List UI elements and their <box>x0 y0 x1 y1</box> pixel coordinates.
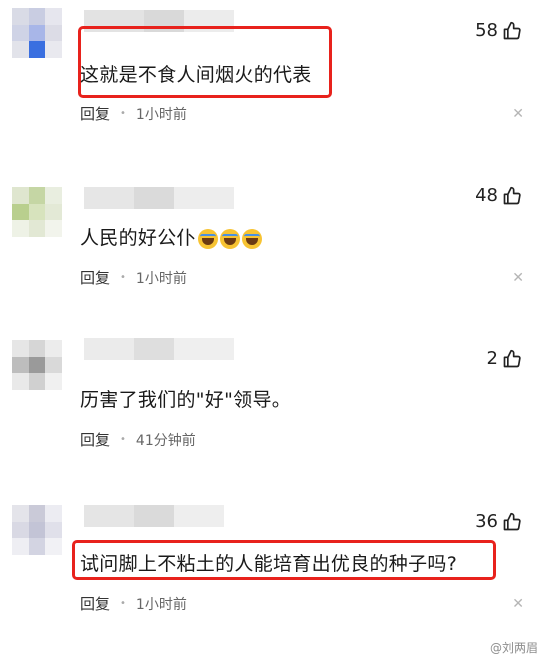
comment-meta: 回复 • 1小时前 <box>80 267 187 288</box>
comment-item: 58 这就是不食人间烟火的代表 回复 • 1小时前 ✕ <box>0 0 550 160</box>
reply-button[interactable]: 回复 <box>80 267 110 288</box>
like-button[interactable]: 36 <box>475 511 522 532</box>
avatar[interactable] <box>12 340 62 390</box>
avatar[interactable] <box>12 187 62 237</box>
comment-time: 1小时前 <box>135 270 187 287</box>
laughing-crying-emoji-icon <box>197 228 218 249</box>
comment-text: 试问脚上不粘土的人能培育出优良的种子吗? <box>80 553 458 575</box>
reply-button[interactable]: 回复 <box>80 593 110 614</box>
meta-separator: • <box>120 434 126 445</box>
reply-button[interactable]: 回复 <box>80 103 110 124</box>
comment-text: 历害了我们的"好"领导。 <box>80 389 292 411</box>
laughing-crying-emoji-icon <box>219 228 240 249</box>
comment-item: 2 历害了我们的"好"领导。 回复 • 41分钟前 <box>0 330 550 490</box>
comment-time: 41分钟前 <box>135 432 196 449</box>
like-count: 2 <box>486 348 498 369</box>
comment-meta: 回复 • 1小时前 <box>80 103 187 124</box>
comment-text: 这就是不食人间烟火的代表 <box>80 64 312 86</box>
comment-meta: 回复 • 41分钟前 <box>80 429 196 450</box>
watermark-text: @刘两眉 <box>489 641 538 655</box>
avatar[interactable] <box>12 505 62 555</box>
like-button[interactable]: 2 <box>487 348 522 369</box>
thumbs-up-icon <box>503 349 521 367</box>
username-blurred[interactable] <box>84 338 234 360</box>
comment-item: 36 试问脚上不粘土的人能培育出优良的种子吗? 回复 • 1小时前 ✕ <box>0 495 550 666</box>
thumbs-up-icon <box>503 512 521 530</box>
like-count: 36 <box>475 511 498 532</box>
thumbs-up-icon <box>503 21 521 39</box>
reply-button[interactable]: 回复 <box>80 429 110 450</box>
like-button[interactable]: 58 <box>475 20 522 41</box>
like-count: 48 <box>475 185 498 206</box>
watermark: @刘两眉 <box>490 639 538 656</box>
like-count: 58 <box>475 20 498 41</box>
comment-item: 48 人民的好公仆 回复 • 1小时前 ✕ <box>0 165 550 325</box>
username-blurred[interactable] <box>84 187 234 209</box>
close-icon[interactable]: ✕ <box>512 596 524 612</box>
comment-text-content: 人民的好公仆 <box>80 227 196 249</box>
meta-separator: • <box>120 598 126 609</box>
username-blurred[interactable] <box>84 505 224 527</box>
comment-time: 1小时前 <box>135 596 187 613</box>
avatar[interactable] <box>12 8 62 58</box>
comment-text: 人民的好公仆 <box>80 223 262 250</box>
comment-meta: 回复 • 1小时前 <box>80 593 187 614</box>
meta-separator: • <box>120 272 126 283</box>
comment-time: 1小时前 <box>135 106 187 123</box>
thumbs-up-icon <box>503 186 521 204</box>
close-icon[interactable]: ✕ <box>512 106 524 122</box>
close-icon[interactable]: ✕ <box>512 270 524 286</box>
laughing-crying-emoji-icon <box>241 228 262 249</box>
like-button[interactable]: 48 <box>475 185 522 206</box>
meta-separator: • <box>120 108 126 119</box>
